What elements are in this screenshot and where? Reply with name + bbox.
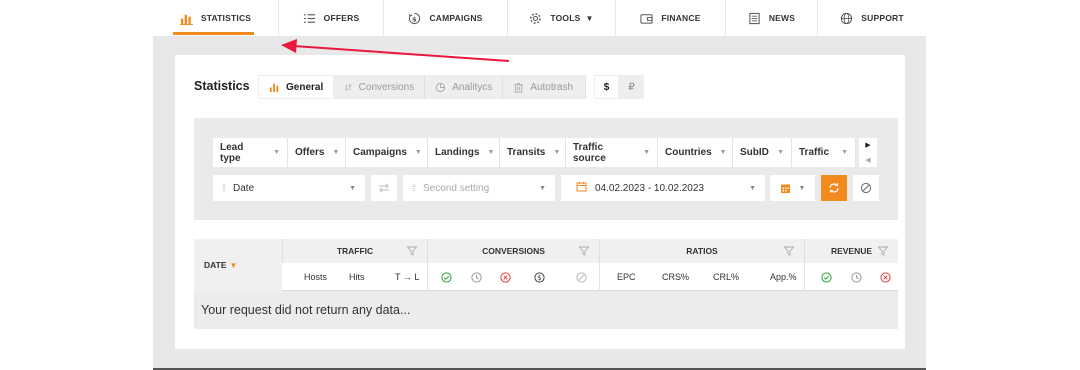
annotation-arrow bbox=[281, 39, 510, 62]
